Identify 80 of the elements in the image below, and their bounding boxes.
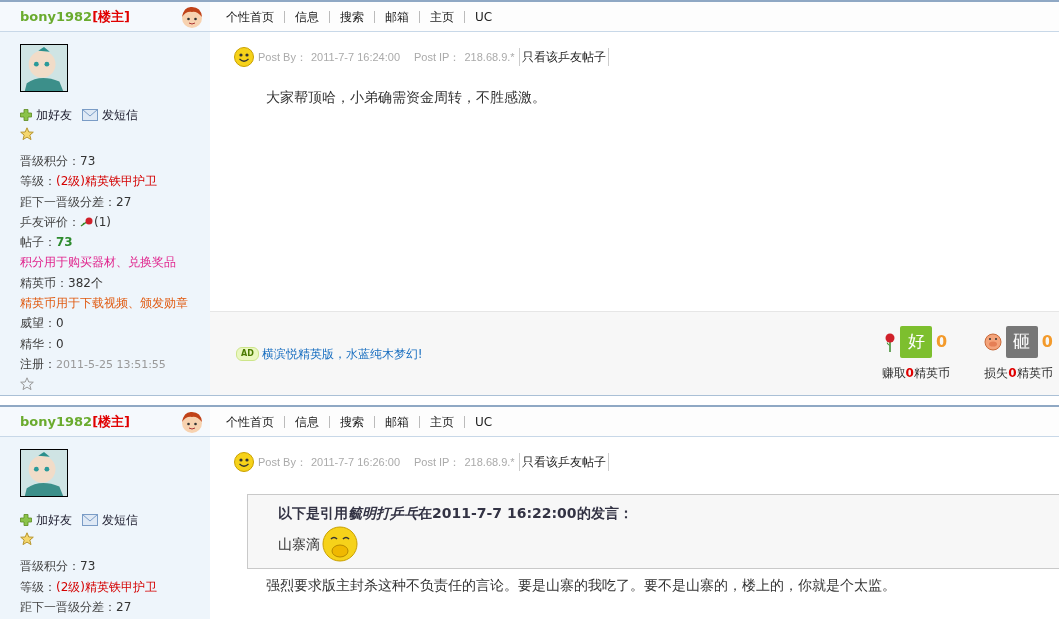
post-by-label: Post By： — [258, 455, 307, 470]
stat-label: 晋级积分： — [20, 154, 80, 168]
post-by-label: Post By： — [258, 49, 307, 65]
pig-face-icon — [983, 332, 1002, 351]
dislike-button[interactable]: 砸 — [1005, 325, 1038, 358]
nav-link[interactable]: 个性首页 — [220, 415, 284, 428]
rose-icon — [884, 331, 897, 352]
smiley-icon — [234, 452, 254, 473]
avatar-drawing — [20, 449, 68, 498]
author-only-link[interactable]: 只看该乒友帖子 — [518, 48, 609, 66]
nav-link[interactable]: 主页 — [419, 10, 464, 23]
star-outline-icon — [20, 377, 34, 392]
stat-value: (2级)精英铁甲护卫 — [56, 174, 157, 189]
stat-label: 乒友评价： — [20, 214, 80, 229]
stat-label: 威望： — [20, 316, 56, 331]
quote-title: 以下是引用毓明打乒乓在2011-7-7 16:22:00的发言： — [278, 504, 634, 524]
stat-label: 注册： — [20, 356, 56, 371]
post-ip-label: Post IP： — [414, 49, 461, 65]
envelope-icon — [82, 514, 98, 527]
user-face-icon — [180, 409, 204, 434]
nav-link[interactable]: UC — [464, 415, 503, 428]
stat-label: 帖子： — [20, 235, 56, 250]
nav-link[interactable]: 搜索 — [329, 415, 374, 428]
user-face-icon — [180, 4, 204, 29]
vote-caption: 赚取0精英币 — [881, 364, 950, 382]
quote-text: 山寨滴 — [278, 534, 320, 554]
send-message-link[interactable]: 发短信 — [102, 511, 138, 530]
plus-icon — [20, 514, 32, 527]
plus-icon — [20, 109, 32, 121]
stat-value: 73 — [80, 154, 96, 168]
nav-link[interactable]: 信息 — [284, 10, 329, 23]
notice-text: 精英币用于下载视频、颁发勋章 — [20, 296, 188, 311]
stat-value: 0 — [56, 336, 64, 351]
stat-label: 距下一晋级分差： — [20, 194, 116, 209]
nav-link[interactable]: UC — [464, 10, 503, 23]
notice-text: 积分用于购买器材、兑换奖品 — [20, 255, 176, 270]
post-time: 2011-7-7 16:26:00 — [310, 455, 400, 470]
nav-link[interactable]: 邮箱 — [374, 10, 419, 23]
post-text: 强烈要求版主封杀这种不负责任的言论。要是山寨的我吃了。要不是山寨的，楼上的，你就是个太监。 — [265, 576, 897, 596]
vote-count: 0 — [936, 330, 948, 353]
stat-label: 精英币： — [20, 275, 68, 290]
post-time: 2011-7-7 16:24:00 — [310, 49, 400, 65]
post-ip: 218.68.9.* — [464, 455, 515, 470]
stat-label: 晋级积分： — [20, 559, 80, 574]
vote-caption: 损失0精英币 — [984, 364, 1053, 382]
stat-label: 等级： — [20, 174, 56, 189]
stat-value: 73 — [80, 559, 96, 574]
post-ip: 218.68.9.* — [464, 49, 515, 65]
smiley-icon — [234, 47, 254, 67]
ad-link[interactable]: 横滨悦精英版，水蓝纯木梦幻! — [261, 344, 423, 363]
vote-count: 0 — [1041, 330, 1053, 353]
laughing-emoticon-icon — [322, 526, 358, 563]
rose-icon — [80, 216, 94, 229]
envelope-icon — [82, 109, 98, 121]
stat-value: 27 — [116, 194, 132, 209]
post-ip-label: Post IP： — [414, 455, 461, 470]
avatar-drawing — [20, 44, 68, 92]
post-text: 大家帮顶哈，小弟确需资金周转，不胜感激。 — [265, 88, 547, 107]
stat-value: 0 — [56, 316, 64, 331]
nav-link[interactable]: 邮箱 — [374, 415, 419, 428]
author-only-link[interactable]: 只看该乒友帖子 — [518, 453, 609, 472]
stat-value: 73 — [56, 235, 73, 250]
stat-value: (1) — [94, 214, 111, 229]
send-message-link[interactable]: 发短信 — [102, 106, 138, 124]
stat-value: 27 — [116, 599, 132, 614]
nav-link[interactable]: 信息 — [284, 415, 329, 428]
stat-label: 距下一晋级分差： — [20, 599, 116, 614]
star-icon — [20, 532, 34, 547]
add-friend-link[interactable]: 加好友 — [36, 511, 72, 530]
star-icon — [20, 127, 34, 141]
stat-value: 2011-5-25 13:51:55 — [56, 357, 166, 371]
stat-value: (2级)精英铁甲护卫 — [56, 579, 157, 594]
ad-tag: AD — [236, 346, 259, 361]
stat-label: 精华： — [20, 336, 56, 351]
nav-link[interactable]: 个性首页 — [220, 10, 284, 23]
stat-value: 382个 — [68, 275, 103, 290]
add-friend-link[interactable]: 加好友 — [36, 106, 72, 124]
stat-label: 等级： — [20, 579, 56, 594]
nav-link[interactable]: 搜索 — [329, 10, 374, 23]
nav-link[interactable]: 主页 — [419, 415, 464, 428]
